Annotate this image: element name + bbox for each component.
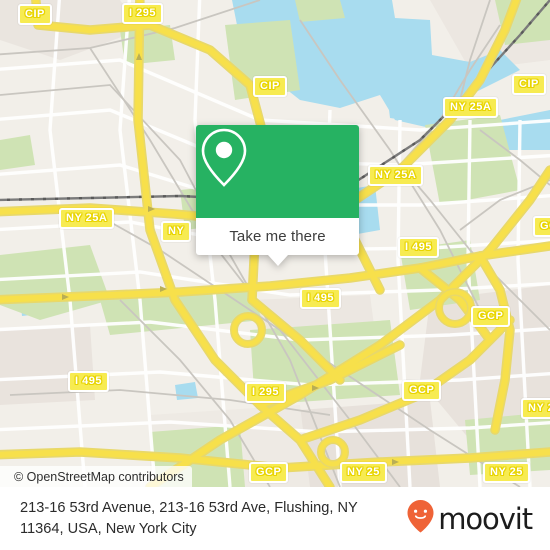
road-shield: CIP: [512, 74, 546, 95]
map-screenshot-page: CIP I 295 CIP NY 25A CIP NY 25A NY 25A NY I 495 G…: [0, 0, 550, 550]
road-shield: GCP: [471, 306, 511, 327]
road-shield: I 295: [122, 3, 163, 24]
footer-bar: 213-16 53rd Avenue, 213-16 53rd Ave, Flu…: [0, 487, 550, 550]
popup-pointer-tail: [267, 255, 288, 266]
attribution-text: © OpenStreetMap contributors: [14, 469, 184, 484]
take-me-there-button[interactable]: Take me there: [196, 218, 359, 255]
road-shield: I 495: [300, 288, 341, 309]
road-shield: CIP: [18, 4, 52, 25]
road-shield: NY: [161, 221, 192, 242]
moovit-wordmark: moovit: [438, 501, 533, 536]
address-block: 213-16 53rd Avenue, 213-16 53rd Ave, Flu…: [20, 498, 406, 540]
location-popup-card[interactable]: Take me there: [196, 125, 359, 266]
moovit-smiley-pin-icon: [406, 499, 435, 538]
map-attribution[interactable]: © OpenStreetMap contributors: [0, 466, 192, 487]
address-line-1: 213-16 53rd Avenue, 213-16 53rd Ave, Flu…: [20, 499, 358, 516]
road-shield: I 295: [245, 382, 286, 403]
road-shield: I 495: [68, 371, 109, 392]
road-shield: CIP: [253, 76, 287, 97]
address-line-2: 11364, USA, New York City: [20, 520, 197, 537]
take-me-there-label: Take me there: [229, 228, 326, 245]
road-shield: NY 2: [521, 398, 550, 419]
road-shield: I 495: [398, 237, 439, 258]
map-canvas[interactable]: CIP I 295 CIP NY 25A CIP NY 25A NY 25A NY I 495 G…: [0, 0, 550, 487]
road-shield: NY 25A: [443, 97, 499, 118]
road-shield: NY 25: [340, 462, 387, 483]
road-shield: NY 25A: [368, 165, 424, 186]
road-shield: GCP: [533, 216, 550, 237]
road-shield: GCP: [402, 380, 442, 401]
popup-marker-area: [196, 125, 359, 218]
road-shield: GCP: [249, 462, 289, 483]
road-shield: NY 25A: [59, 208, 115, 229]
moovit-logo[interactable]: moovit: [406, 499, 536, 538]
road-shield: NY 25: [483, 462, 530, 483]
